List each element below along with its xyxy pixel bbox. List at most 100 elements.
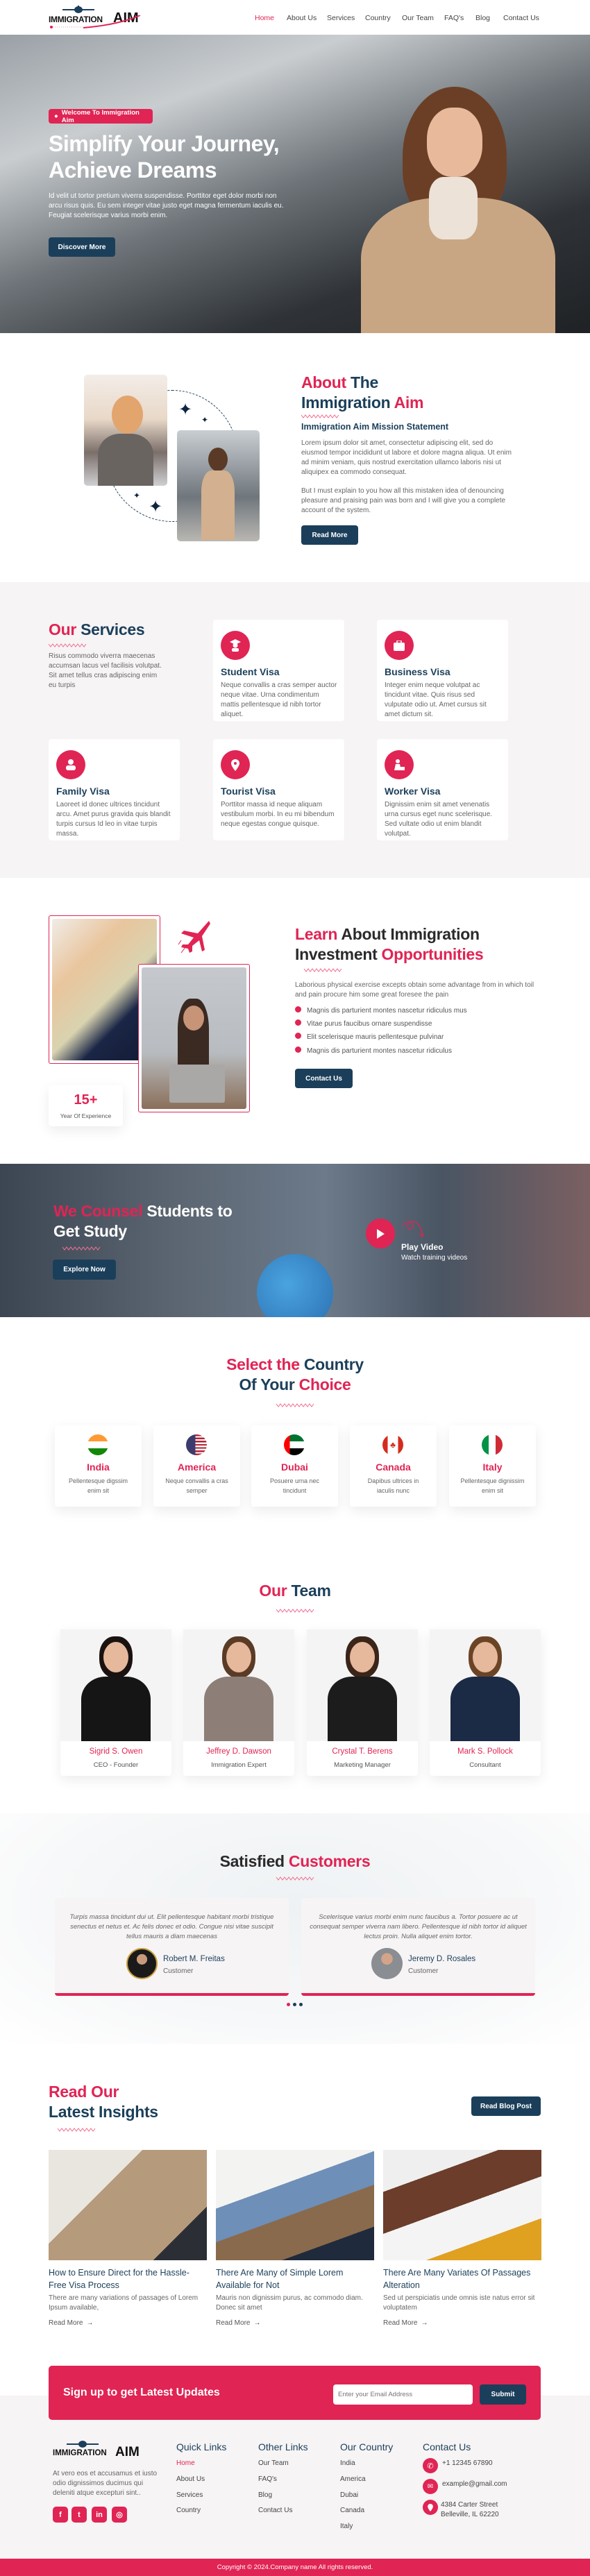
experience-value: 15+: [74, 1092, 98, 1108]
sparkle-icon: ✦: [178, 400, 193, 419]
phone-icon: ✆: [423, 2458, 438, 2473]
nav-faqs[interactable]: FAQ's: [444, 14, 464, 22]
blog-post-title[interactable]: How to Ensure Direct for the Hassle-Free…: [49, 2266, 203, 2291]
team-member-photo: [307, 1629, 418, 1741]
logo[interactable]: IMMIGRATION AIM: [49, 6, 142, 29]
footer-link-our-team[interactable]: Our Team: [258, 2459, 289, 2467]
team-member-photo: [60, 1629, 171, 1741]
photo-body: [204, 1677, 273, 1741]
footer-link-india[interactable]: India: [340, 2459, 355, 2467]
wave-divider: [49, 2128, 104, 2132]
country-description: Pellentesque dignissim enim sit: [460, 1477, 525, 1494]
read-more-label: Read More: [49, 2319, 83, 2327]
team-member-card[interactable]: Mark S. Pollock Consultant: [430, 1629, 541, 1776]
nav-our-team[interactable]: Our Team: [402, 14, 434, 22]
email-input[interactable]: [333, 2384, 473, 2405]
footer-link-country[interactable]: Country: [176, 2507, 201, 2514]
carousel-dot[interactable]: [293, 2003, 296, 2006]
country-description: Neque convallis a cras semper: [165, 1477, 228, 1494]
team-member-role: Consultant: [469, 1761, 501, 1769]
carousel-dot[interactable]: [299, 2003, 303, 2006]
contact-phone[interactable]: +1 12345 67890: [442, 2459, 493, 2467]
team-member-card[interactable]: Crystal T. Berens Marketing Manager: [307, 1629, 418, 1776]
about-section: ✦ ✦ ✦ ✦ About The Immigration Aim Immigr…: [0, 333, 590, 582]
footer-link-blog[interactable]: Blog: [258, 2491, 272, 2499]
testimonials-heading: Satisfied Customers: [219, 1852, 371, 1870]
country-card-dubai[interactable]: Dubai Posuere urna nec tincidunt: [251, 1425, 338, 1507]
briefcase-icon: [385, 631, 414, 660]
photo-face: [226, 1642, 251, 1672]
nav-contact-us[interactable]: Contact Us: [503, 14, 539, 22]
blog-post-image[interactable]: [216, 2150, 374, 2260]
wave-divider: [49, 643, 86, 647]
discover-more-button[interactable]: Discover More: [49, 237, 115, 257]
airplane-logo-icon: [62, 6, 94, 13]
service-title: Business Visa: [385, 666, 450, 677]
swoosh-icon: [50, 15, 141, 28]
footer-link-faqs[interactable]: FAQ's: [258, 2475, 277, 2483]
footer-link-america[interactable]: America: [340, 2475, 366, 2483]
nav-about-us[interactable]: About Us: [287, 14, 317, 22]
service-card-business-visa[interactable]: Business Visa Integer enim neque volutpa…: [377, 620, 508, 721]
arrow-right-icon: →: [86, 2319, 94, 2327]
linkedin-icon[interactable]: in: [92, 2507, 107, 2523]
footer-link-home[interactable]: Home: [176, 2459, 195, 2467]
country-card-italy[interactable]: Italy Pellentesque dignissim enim sit: [449, 1425, 536, 1507]
service-card-student-visa[interactable]: Student Visa Neque convallis a cras semp…: [213, 620, 344, 721]
play-video-subtitle: Watch training videos: [401, 1254, 468, 1262]
nav-blog[interactable]: Blog: [475, 14, 490, 22]
play-video-button[interactable]: [366, 1219, 395, 1248]
service-title: Family Visa: [56, 786, 110, 797]
blog-post-title[interactable]: There Are Many of Simple Lorem Available…: [216, 2266, 370, 2291]
sparkle-icon: ✦: [149, 498, 163, 516]
logo-accent: AIM: [115, 2445, 140, 2459]
copyright-bar: Copyright © 2024.Company name All rights…: [0, 2559, 590, 2576]
service-card-worker-visa[interactable]: Worker Visa Dignissim enim sit amet vene…: [377, 739, 508, 840]
team-member-card[interactable]: Jeffrey D. Dawson Immigration Expert: [183, 1629, 294, 1776]
testimonial-card: Scelerisque varius morbi enim nunc fauci…: [301, 1898, 535, 1996]
nav-home[interactable]: Home: [255, 14, 274, 22]
site-header: IMMIGRATION AIM Home About Us Services C…: [0, 0, 590, 35]
contact-us-button[interactable]: Contact Us: [295, 1069, 353, 1088]
wave-divider: [295, 968, 351, 972]
newsletter-banner: Sign up to get Latest Updates Submit: [49, 2366, 541, 2420]
carousel-dot-active[interactable]: [287, 2003, 290, 2006]
canada-flag-icon: ♣: [382, 1434, 403, 1455]
service-card-tourist-visa[interactable]: Tourist Visa Porttitor massa id neque al…: [213, 739, 344, 840]
footer-link-contact[interactable]: Contact Us: [258, 2507, 292, 2514]
twitter-icon[interactable]: t: [71, 2507, 87, 2523]
blog-post-card: How to Ensure Direct for the Hassle-Free…: [49, 2150, 207, 2337]
nav-country[interactable]: Country: [365, 14, 391, 22]
footer-logo[interactable]: IMMIGRATION AIM: [53, 2440, 144, 2462]
testimonial-role: Customer: [163, 1967, 194, 1975]
contact-address: 4384 Carter Street Belleville, IL 62220: [441, 2501, 499, 2518]
read-more-button[interactable]: Read More: [301, 525, 358, 545]
country-card-america[interactable]: America Neque convallis a cras semper: [153, 1425, 240, 1507]
read-more-link[interactable]: Read More →: [49, 2319, 93, 2327]
blog-post-image[interactable]: [49, 2150, 207, 2260]
explore-now-button[interactable]: Explore Now: [53, 1260, 116, 1280]
country-card-canada[interactable]: ♣ Canada Dapibus ultrices in iaculis nun…: [350, 1425, 437, 1507]
read-more-link[interactable]: Read More →: [383, 2319, 428, 2327]
nav-services[interactable]: Services: [327, 14, 355, 22]
contact-email[interactable]: example@gmail.com: [442, 2480, 507, 2488]
read-more-link[interactable]: Read More →: [216, 2319, 260, 2327]
footer-link-canada[interactable]: Canada: [340, 2507, 364, 2514]
photo-body: [81, 1677, 151, 1741]
submit-button[interactable]: Submit: [480, 2384, 526, 2405]
service-card-family-visa[interactable]: Family Visa Laoreet id donec ultrices ti…: [49, 739, 180, 840]
footer-link-italy[interactable]: Italy: [340, 2523, 353, 2530]
team-member-card[interactable]: Sigrid S. Owen CEO - Founder: [60, 1629, 171, 1776]
blog-post-title[interactable]: There Are Many Variates Of Passages Alte…: [383, 2266, 537, 2291]
experience-stat-card: 15+ Year Of Experience: [49, 1085, 123, 1126]
blog-post-image[interactable]: [383, 2150, 541, 2260]
footer-link-about[interactable]: About Us: [176, 2475, 205, 2483]
instagram-icon[interactable]: ◎: [112, 2507, 127, 2523]
location-pin-icon: [423, 2500, 438, 2515]
footer-link-dubai[interactable]: Dubai: [340, 2491, 358, 2499]
country-card-india[interactable]: India Pellentesque digssim enim sit: [55, 1425, 142, 1507]
facebook-icon[interactable]: f: [53, 2507, 68, 2523]
photo-face: [473, 1642, 498, 1672]
footer-link-services[interactable]: Services: [176, 2491, 203, 2499]
read-blog-post-button[interactable]: Read Blog Post: [471, 2096, 541, 2116]
